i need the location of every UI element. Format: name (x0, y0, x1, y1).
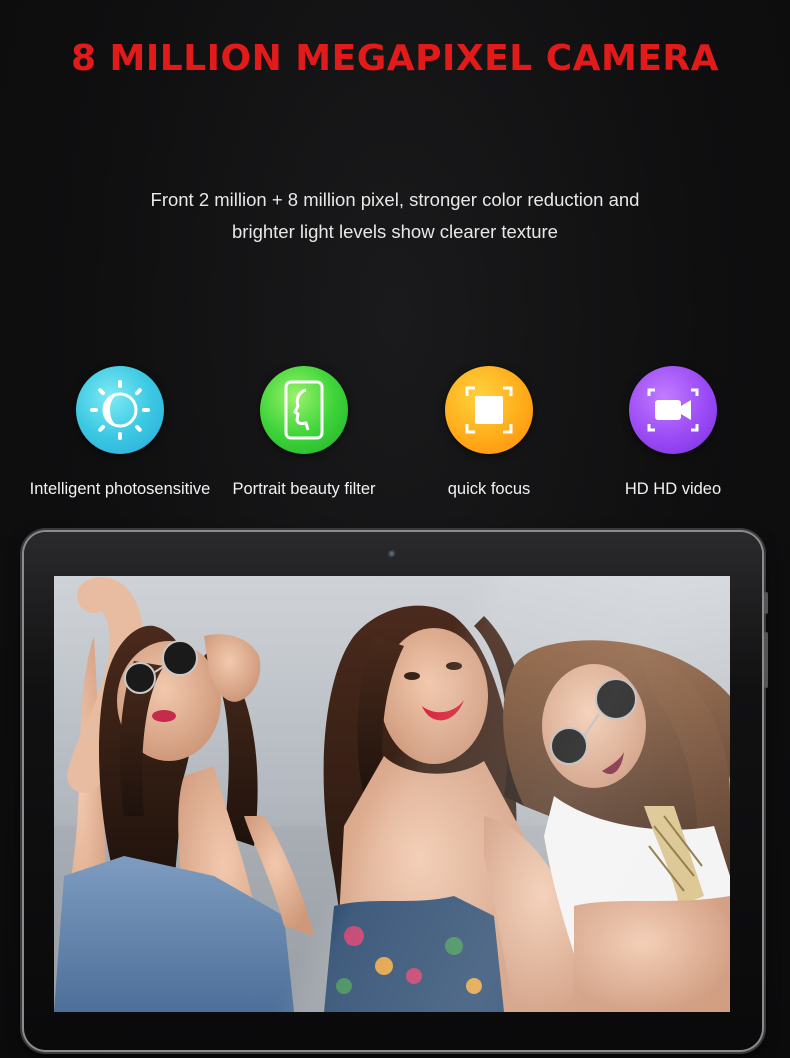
feature-label: Intelligent photosensitive (29, 480, 211, 498)
tablet-device (24, 532, 768, 1050)
video-camera-icon (629, 366, 717, 454)
volume-button (764, 592, 768, 614)
feature-list: Intelligent photosensitive Portrait beau… (0, 366, 790, 506)
front-camera-icon (388, 550, 397, 559)
feature-hd-video: HD HD video (573, 366, 773, 499)
feature-label: quick focus (447, 480, 531, 498)
focus-icon (445, 366, 533, 454)
feature-quick-focus: quick focus (389, 366, 589, 499)
feature-label: HD HD video (624, 480, 722, 498)
subtitle-line-1: Front 2 million + 8 million pixel, stron… (150, 189, 640, 210)
sample-photo (54, 576, 730, 1012)
subtitle-line-2: brighter light levels show clearer textu… (232, 221, 558, 242)
brightness-icon (76, 366, 164, 454)
portrait-icon (260, 366, 348, 454)
feature-intelligent-photosensitive: Intelligent photosensitive (20, 366, 220, 499)
feature-portrait-beauty-filter: Portrait beauty filter (204, 366, 404, 499)
feature-label: Portrait beauty filter (232, 480, 376, 498)
page-title: 8 MILLION MEGAPIXEL CAMERA (70, 38, 720, 79)
subtitle: Front 2 million + 8 million pixel, stron… (95, 184, 695, 248)
power-button (764, 632, 768, 688)
page: 8 MILLION MEGAPIXEL CAMERA Front 2 milli… (0, 0, 790, 1058)
